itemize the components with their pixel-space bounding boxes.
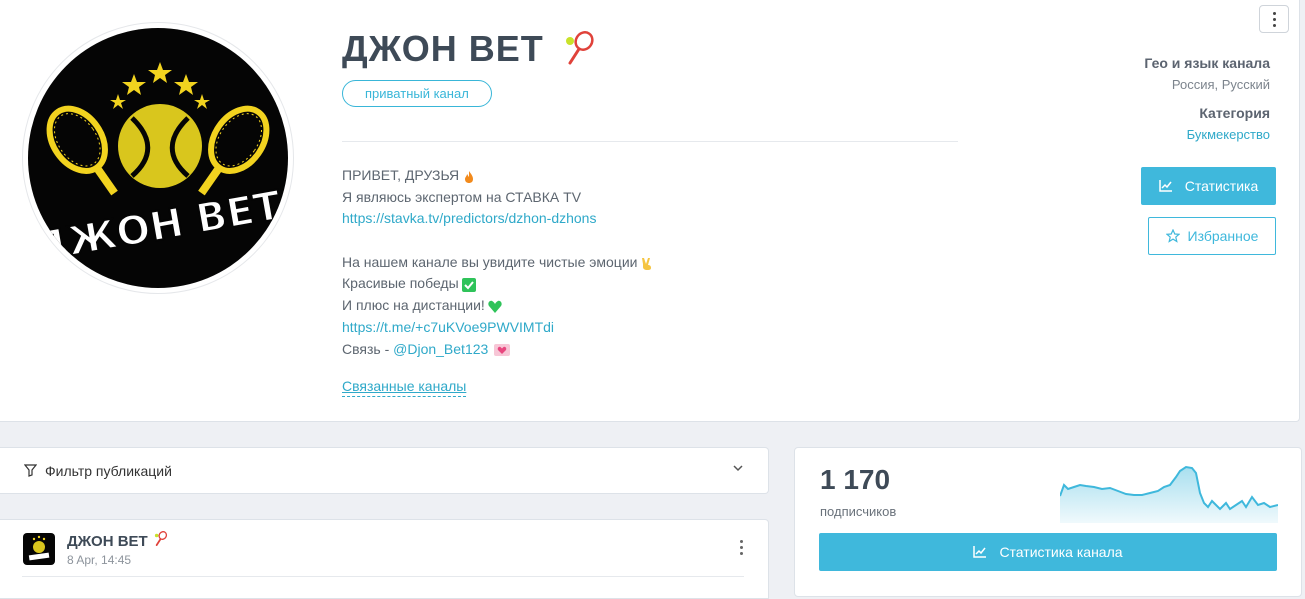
category-block: Категория Букмекерство [1187,105,1270,142]
subscribers-card: 1 170 подписчиков Статистика канала [794,447,1302,597]
geo-label: Гео и язык канала [1144,55,1270,71]
telegram-invite-link[interactable]: https://t.me/+c7uKVoe9PWVIMTdi [342,317,554,339]
publication-filter[interactable]: Фильтр публикаций [0,447,769,494]
logo-text: ДЖОН ВЕТ [29,183,285,272]
desc-wins: Красивые победы [342,275,459,292]
tennis-racket-icon [154,531,168,552]
channel-title: ДЖОН ВЕТ [342,28,544,69]
statistics-label: Статистика [1184,178,1259,194]
title-row: ДЖОН ВЕТ [342,28,596,70]
heart-message-icon [494,342,511,357]
desc-greeting: ПРИВЕТ, ДРУЗЬЯ [342,167,460,183]
channel-description: ПРИВЕТ, ДРУЗЬЯ Я являюсь экспертом на СТ… [342,165,962,360]
header-divider [342,141,958,142]
statistics-button[interactable]: Статистика [1141,167,1276,205]
fire-icon [462,169,476,183]
filter-label: Фильтр публикаций [45,462,172,479]
post-card: ДЖОН ВЕТ 8 Apr, 14:45 [0,519,769,599]
channel-menu-button[interactable] [1259,5,1289,33]
category-label: Категория [1199,105,1270,121]
post-author-avatar[interactable] [23,533,55,565]
private-channel-badge: приватный канал [342,80,492,107]
post-author-row: ДЖОН ВЕТ [67,531,168,552]
category-link[interactable]: Букмекерство [1187,127,1270,142]
victory-hand-icon [640,256,654,270]
post-menu-button[interactable] [740,540,743,555]
channel-avatar: ДЖОН ВЕТ [22,22,294,294]
funnel-icon [24,464,37,477]
post-date: 8 Apr, 14:45 [67,553,132,567]
contact-handle-link[interactable]: @Djon_Bet123 [393,339,488,361]
desc-emotions: На нашем канале вы увидите чистые эмоции [342,253,638,270]
contact-prefix: Связь - [342,340,394,357]
favorite-label: Избранное [1187,228,1259,244]
chevron-down-icon [733,465,743,472]
check-mark-icon [461,277,476,293]
channel-statistics-label: Статистика канала [999,544,1123,560]
subscribers-sparkline [1060,465,1278,523]
post-author-name[interactable]: ДЖОН ВЕТ [67,533,148,550]
line-chart-icon [1158,180,1172,192]
post-divider [22,576,744,577]
green-heart-icon [488,299,502,313]
line-chart-icon [973,546,987,558]
desc-expert: Я являюсь экспертом на СТАВКА TV [342,188,582,205]
geo-block: Гео и язык канала Россия, Русский [1144,55,1270,92]
channel-statistics-button[interactable]: Статистика канала [819,533,1277,571]
favorite-button[interactable]: Избранное [1148,217,1276,255]
subscriber-label: подписчиков [820,504,897,519]
star-icon [1165,229,1180,243]
subscriber-count: 1 170 [820,464,891,495]
stavka-link[interactable]: https://stavka.tv/predictors/dzhon-dzhon… [342,208,596,230]
channel-logo: ДЖОН ВЕТ [28,28,288,288]
tennis-racket-icon [564,31,596,67]
channel-header-card: ДЖОН ВЕТ ДЖОН ВЕТ приватный канал ПРИВЕТ… [0,0,1300,422]
related-channels-link[interactable]: Связанные каналы [342,378,467,397]
desc-plus: И плюс на дистанции! [342,297,485,314]
geo-value: Россия, Русский [1171,77,1270,92]
